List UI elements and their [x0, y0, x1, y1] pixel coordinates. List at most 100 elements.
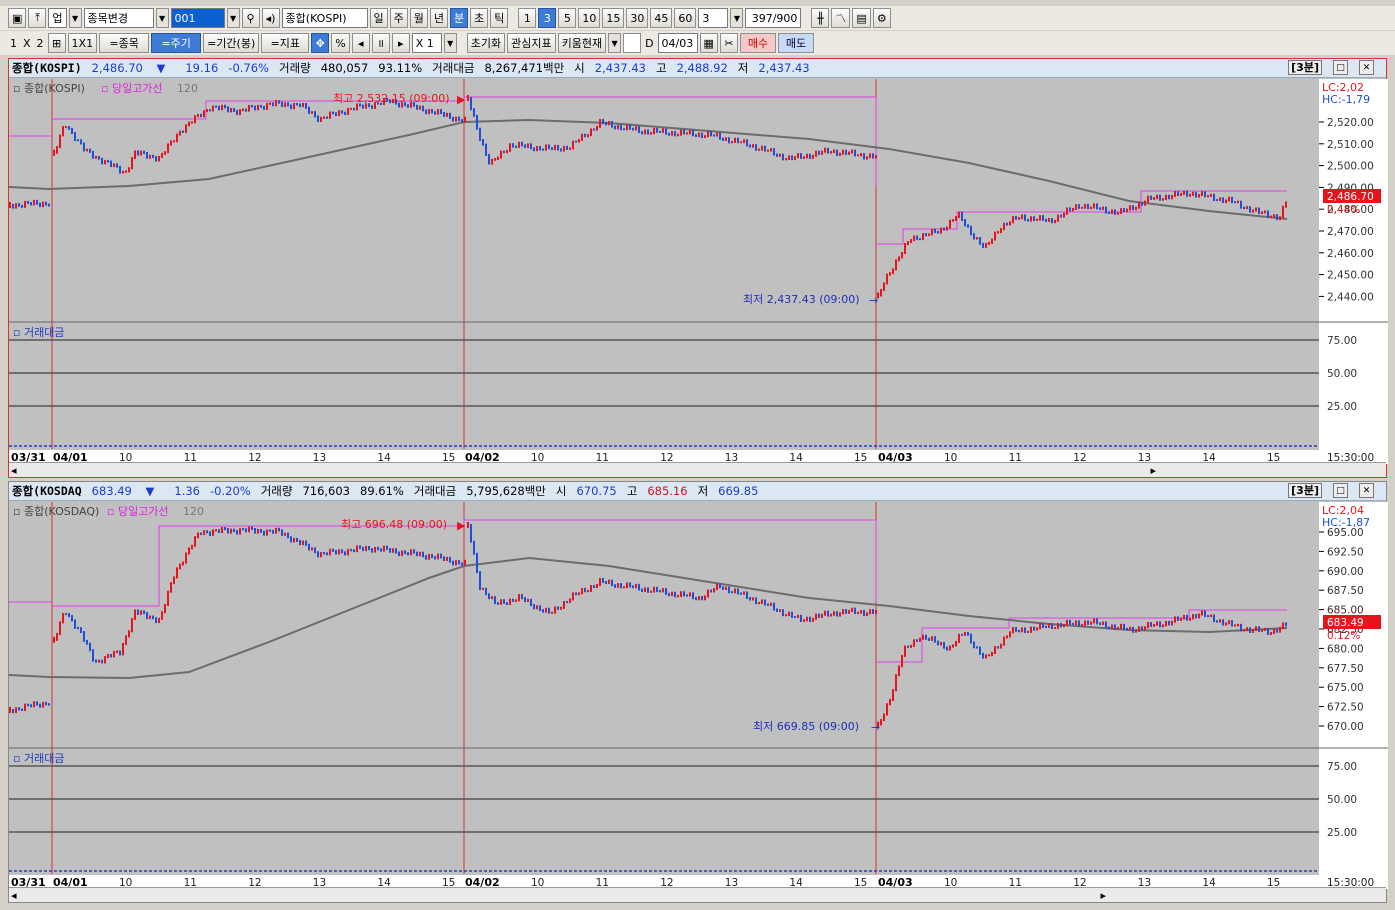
- search-icon[interactable]: ⚲: [241, 8, 260, 28]
- scissors-icon[interactable]: ✂: [719, 33, 738, 53]
- high-label: 고: [626, 484, 638, 498]
- scroll-left-icon[interactable]: ◂: [11, 464, 17, 477]
- kiwoom-current-button[interactable]: 키움현재: [557, 33, 607, 53]
- price-candle: [1267, 627, 1269, 635]
- speaker-icon[interactable]: ◂): [261, 8, 280, 28]
- buy-button[interactable]: 매수: [739, 33, 776, 53]
- price-candle: [287, 532, 289, 539]
- scroll-right-icon[interactable]: ▸: [1150, 464, 1156, 477]
- period-minute[interactable]: 분: [450, 8, 469, 28]
- scroll-left-icon[interactable]: ◂: [11, 889, 17, 902]
- price-candle: [389, 547, 391, 553]
- minute-5[interactable]: 5: [558, 8, 577, 28]
- minute-10[interactable]: 10: [578, 8, 601, 28]
- maximize-icon[interactable]: □: [1333, 60, 1348, 75]
- candle-type-icon[interactable]: ╫: [811, 8, 830, 28]
- period-second[interactable]: 초: [470, 8, 489, 28]
- maximize-icon[interactable]: □: [1333, 483, 1348, 498]
- date-checkbox[interactable]: [623, 33, 642, 53]
- date-input[interactable]: 04/03: [657, 33, 698, 53]
- minute-3[interactable]: 3: [538, 8, 557, 28]
- chevron-down-icon[interactable]: ▼: [155, 8, 169, 28]
- layout-cols[interactable]: 2: [35, 37, 46, 50]
- minute-1[interactable]: 1: [518, 8, 537, 28]
- percent-button[interactable]: %: [331, 33, 350, 53]
- price-candle: [722, 586, 724, 590]
- chevron-down-icon[interactable]: ▼: [443, 33, 457, 53]
- reset-button[interactable]: 초기화: [466, 33, 506, 53]
- period-week[interactable]: 주: [389, 8, 408, 28]
- low-label: 저: [737, 61, 749, 75]
- one-by-one-button[interactable]: 1X1: [67, 33, 98, 53]
- price-candle: [48, 703, 50, 706]
- grid-icon[interactable]: ⊞: [47, 33, 66, 53]
- count-field[interactable]: 397/900: [745, 8, 802, 28]
- close-icon[interactable]: ✕: [1359, 483, 1374, 498]
- save-icon[interactable]: ▤: [852, 8, 871, 28]
- interval-input[interactable]: 3: [698, 8, 729, 28]
- market-type-select[interactable]: 업: [48, 8, 67, 28]
- period-day[interactable]: 일: [369, 8, 388, 28]
- price-candle: [527, 598, 529, 603]
- price-candle: [242, 108, 244, 112]
- code-input[interactable]: 001: [170, 8, 225, 28]
- line-type-icon[interactable]: 〽: [831, 8, 851, 28]
- timeframe-badge[interactable]: [3분]: [1288, 60, 1322, 75]
- pin-icon[interactable]: ⤒: [28, 8, 47, 28]
- price-candle: [476, 114, 478, 130]
- price-candle: [638, 126, 640, 134]
- price-candle: [347, 548, 349, 556]
- sub-y-tick-label: 75.00: [1327, 761, 1357, 773]
- price-candle: [671, 591, 673, 597]
- interest-indicator-button[interactable]: 관심지표: [507, 33, 556, 53]
- multiplier-select[interactable]: X 1: [411, 33, 442, 53]
- price-candle: [449, 556, 451, 563]
- sync-indicator-button[interactable]: =지표: [261, 33, 310, 53]
- period-month[interactable]: 월: [409, 8, 428, 28]
- kospi-chart-canvas[interactable]: 2,520.002,510.002,500.002,490.002,480.00…: [9, 79, 1388, 464]
- low-value: 669.85: [718, 484, 759, 498]
- chart-scrollbar[interactable]: ◂ ▸: [9, 462, 1386, 477]
- sync-stock-button[interactable]: =종목: [99, 33, 150, 53]
- minute-60[interactable]: 60: [674, 8, 697, 28]
- sell-button[interactable]: 매도: [777, 33, 814, 53]
- legend-high-line: ▫ 당일고가선: [107, 504, 169, 518]
- layout-rows[interactable]: 1: [8, 37, 19, 50]
- gear-icon[interactable]: ⚙: [872, 8, 891, 28]
- period-year[interactable]: 년: [429, 8, 449, 28]
- price-candle: [1081, 624, 1083, 627]
- kospi-chart-panel[interactable]: 종합(KOSPI) 2,486.70 ▼ 19.16 -0.76% 거래량 48…: [8, 58, 1388, 478]
- minute-15[interactable]: 15: [602, 8, 625, 28]
- calendar-icon[interactable]: ▦: [699, 33, 718, 53]
- price-candle: [1192, 614, 1194, 620]
- minute-45[interactable]: 45: [650, 8, 673, 28]
- close-icon[interactable]: ✕: [1359, 60, 1374, 75]
- sync-period-button[interactable]: =주기: [151, 33, 202, 53]
- chevron-down-icon[interactable]: ▼: [608, 33, 622, 53]
- chevron-down-icon[interactable]: ▼: [730, 8, 744, 28]
- kosdaq-chart-canvas[interactable]: 695.00692.50690.00687.50685.00682.50680.…: [9, 502, 1388, 889]
- pause-icon[interactable]: ॥: [371, 33, 390, 53]
- kosdaq-chart-panel[interactable]: 종합(KOSDAQ 683.49 ▼ 1.36 -0.20% 거래량 716,6…: [8, 481, 1388, 903]
- chevron-down-icon[interactable]: ▼: [68, 8, 82, 28]
- price-candle: [1144, 626, 1146, 631]
- legend-ma: 120: [177, 82, 198, 95]
- sync-range-button[interactable]: =기간(봉): [203, 33, 260, 53]
- open-value: 670.75: [576, 484, 617, 498]
- price-candle: [413, 549, 415, 554]
- price-candle: [1258, 626, 1260, 632]
- minute-30[interactable]: 30: [626, 8, 649, 28]
- prev-icon[interactable]: ◂: [351, 33, 370, 53]
- layout-icon[interactable]: ▣: [8, 8, 27, 28]
- price-candle: [1240, 200, 1242, 209]
- chevron-down-icon[interactable]: ▼: [226, 8, 240, 28]
- crosshair-icon[interactable]: ✥: [311, 33, 330, 53]
- stock-change-select[interactable]: 종목변경: [83, 8, 154, 28]
- price-candle: [599, 578, 601, 587]
- chart-scrollbar[interactable]: ◂ ▸: [9, 887, 1386, 902]
- scroll-right-icon[interactable]: ▸: [1100, 889, 1106, 902]
- period-tick[interactable]: 틱: [490, 8, 509, 28]
- timeframe-badge[interactable]: [3분]: [1288, 483, 1322, 498]
- price-candle: [773, 602, 775, 611]
- next-icon[interactable]: ▸: [391, 33, 410, 53]
